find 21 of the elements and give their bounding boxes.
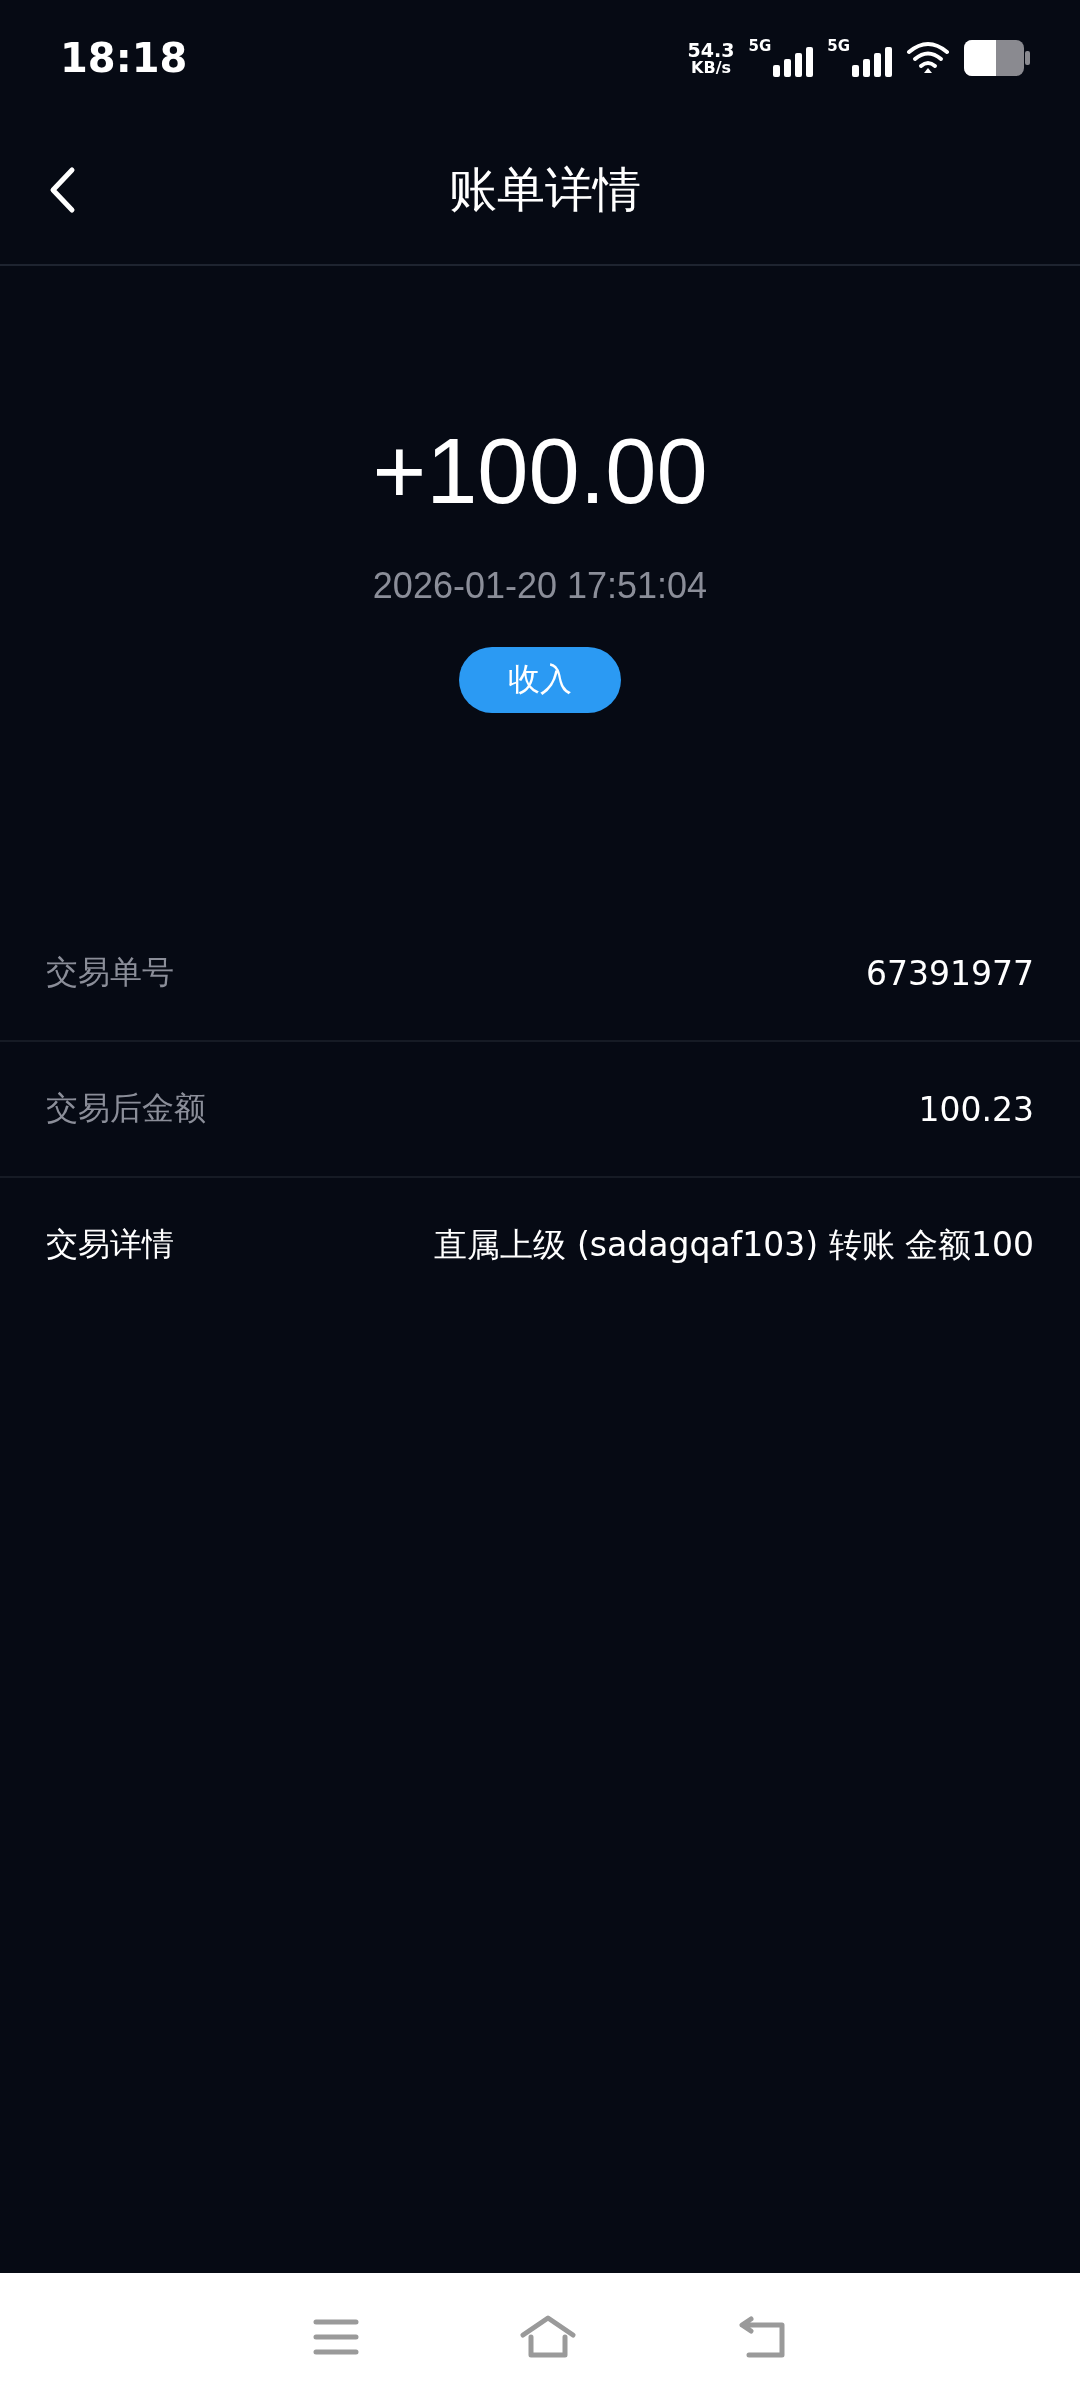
network-speed: 54.3 KB/s <box>687 40 735 76</box>
network-type: 5G <box>748 39 772 54</box>
home-icon[interactable] <box>519 2314 577 2359</box>
page-title: 账单详情 <box>449 160 641 219</box>
detail-value: 67391977 <box>866 953 1034 993</box>
detail-label: 交易后金额 <box>46 1088 206 1129</box>
signal-icon <box>773 47 814 77</box>
signal-icon <box>852 47 892 77</box>
network-type: 5G <box>827 39 850 54</box>
detail-label: 交易单号 <box>46 952 174 993</box>
detail-value: 直属上级 (sadagqaf103) 转账 金额100 <box>434 1223 1034 1266</box>
detail-label: 交易详情 <box>46 1224 174 1265</box>
amount-text: +100.00 <box>372 421 708 521</box>
back-icon <box>48 166 76 214</box>
back-nav-icon[interactable] <box>737 2315 787 2358</box>
date-time: 2026-01-20 17:51:04 <box>372 565 708 607</box>
battery-icon <box>964 40 1030 76</box>
wifi-icon <box>906 40 950 76</box>
detail-value: 100.23 <box>918 1089 1034 1129</box>
status-time: 18:18 <box>60 35 188 81</box>
type-badge: 收入 <box>459 647 621 713</box>
